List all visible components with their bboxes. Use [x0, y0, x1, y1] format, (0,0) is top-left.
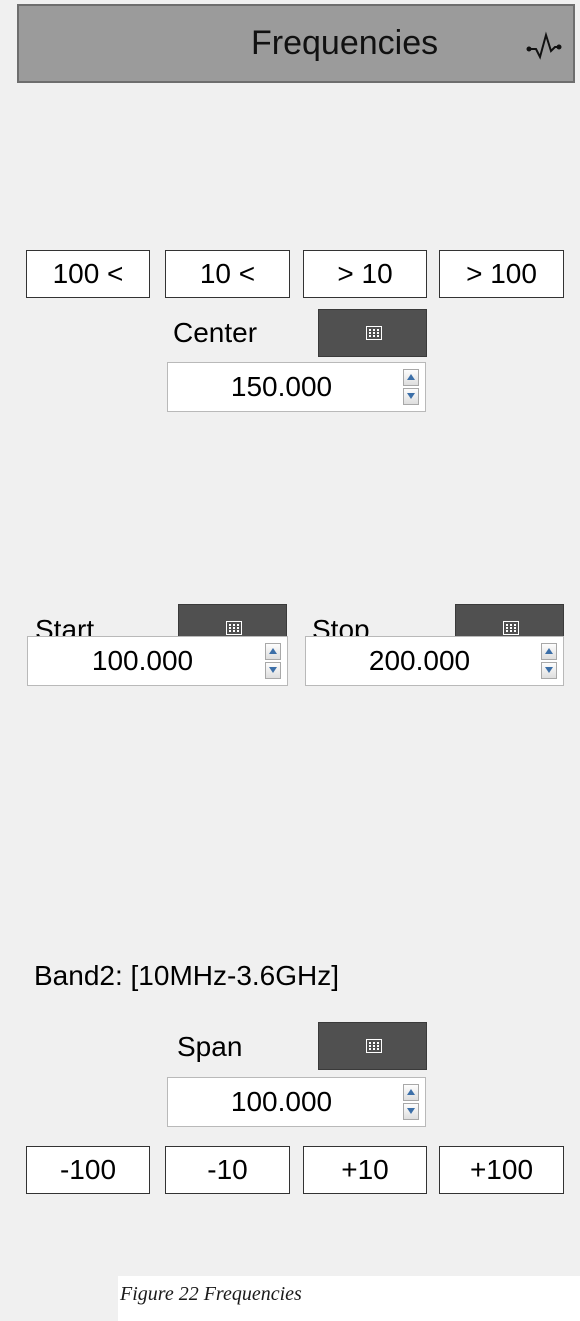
span-increase-100-button[interactable]: +100: [439, 1146, 564, 1194]
spin-down-icon[interactable]: [265, 662, 281, 679]
center-decrease-100-button[interactable]: 100 <: [26, 250, 150, 298]
keypad-icon: [366, 326, 382, 340]
spin-up-icon[interactable]: [265, 643, 281, 660]
span-label: Span: [177, 1031, 243, 1062]
stop-input[interactable]: 200.000: [305, 636, 564, 686]
keypad-icon: [366, 1039, 382, 1053]
spin-down-icon[interactable]: [541, 662, 557, 679]
span-input[interactable]: 100.000: [167, 1077, 426, 1127]
center-increase-100-button[interactable]: > 100: [439, 250, 564, 298]
waveform-icon[interactable]: [526, 29, 562, 65]
center-keypad-button[interactable]: [318, 309, 427, 357]
spin-down-icon[interactable]: [403, 1103, 419, 1120]
start-value: 100.000: [91, 645, 194, 676]
center-decrease-10-button[interactable]: 10 <: [165, 250, 290, 298]
spin-up-icon[interactable]: [403, 1084, 419, 1101]
center-spinner[interactable]: [403, 369, 419, 405]
stop-spinner[interactable]: [541, 643, 557, 679]
keypad-icon: [503, 621, 519, 635]
span-value: 100.000: [230, 1086, 333, 1117]
stop-value: 200.000: [368, 645, 471, 676]
spin-up-icon[interactable]: [403, 369, 419, 386]
spin-down-icon[interactable]: [403, 388, 419, 405]
start-spinner[interactable]: [265, 643, 281, 679]
center-value: 150.000: [230, 371, 333, 402]
figure-caption: Figure 22 Frequencies: [120, 1283, 302, 1305]
span-increase-10-button[interactable]: +10: [303, 1146, 427, 1194]
spin-up-icon[interactable]: [541, 643, 557, 660]
band-label: Band2: [10MHz-3.6GHz]: [34, 960, 340, 991]
span-decrease-10-button[interactable]: -10: [165, 1146, 290, 1194]
span-spinner[interactable]: [403, 1084, 419, 1120]
start-input[interactable]: 100.000: [27, 636, 288, 686]
center-label: Center: [173, 317, 258, 348]
keypad-icon: [226, 621, 242, 635]
frequencies-panel: Frequencies 100 < 10 < > 10 > 100 Center…: [0, 0, 580, 1321]
center-input[interactable]: 150.000: [167, 362, 426, 412]
span-keypad-button[interactable]: [318, 1022, 427, 1070]
center-increase-10-button[interactable]: > 10: [303, 250, 427, 298]
panel-header[interactable]: Frequencies: [17, 4, 575, 83]
header-title: Frequencies: [251, 24, 439, 62]
span-decrease-100-button[interactable]: -100: [26, 1146, 150, 1194]
